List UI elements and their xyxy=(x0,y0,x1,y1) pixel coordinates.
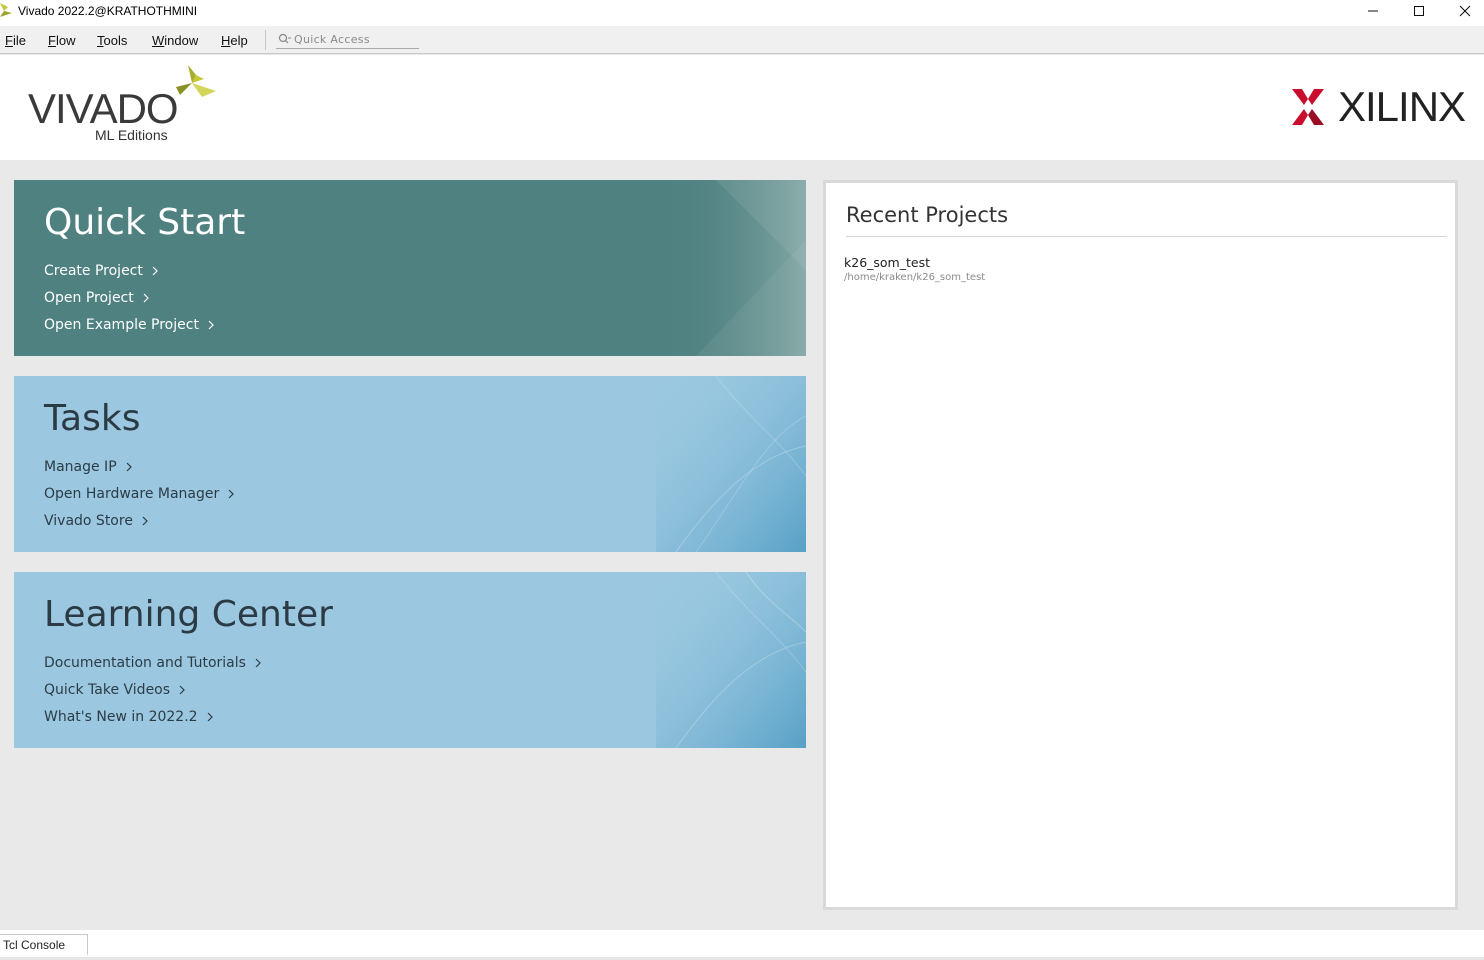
recent-projects-panel: Recent Projects k26_som_test /home/krake… xyxy=(823,180,1458,910)
chevron-right-icon xyxy=(152,266,158,276)
open-project-link[interactable]: Open Project xyxy=(44,290,150,306)
open-example-project-label: Open Example Project xyxy=(44,317,199,333)
open-example-project-link[interactable]: Open Example Project xyxy=(44,317,215,333)
recent-project-item[interactable]: k26_som_test /home/kraken/k26_som_test xyxy=(844,255,985,283)
xilinx-wordmark: XILINX xyxy=(1338,83,1466,130)
menu-flow[interactable]: Flow xyxy=(48,33,75,48)
vivado-logo: VIVADO ML Editions xyxy=(28,63,228,153)
menu-file[interactable]: File xyxy=(5,33,26,48)
chevron-right-icon xyxy=(126,462,132,472)
tab-tcl-console[interactable]: Tcl Console xyxy=(0,934,88,956)
learning-center-title: Learning Center xyxy=(44,594,333,635)
open-project-label: Open Project xyxy=(44,290,134,306)
header-banner: VIVADO ML Editions XILINX xyxy=(0,55,1484,160)
vivado-store-link[interactable]: Vivado Store xyxy=(44,513,149,529)
chevron-right-icon xyxy=(208,320,214,330)
manage-ip-label: Manage IP xyxy=(44,459,117,475)
quick-take-videos-link[interactable]: Quick Take Videos xyxy=(44,682,186,698)
create-project-label: Create Project xyxy=(44,263,143,279)
create-project-link[interactable]: Create Project xyxy=(44,263,159,279)
menu-window[interactable]: Window xyxy=(152,33,198,48)
vivado-subtitle: ML Editions xyxy=(95,127,168,143)
whats-new-label: What's New in 2022.2 xyxy=(44,709,198,725)
tasks-panel: Tasks Manage IP Open Hardware Manager Vi… xyxy=(14,376,806,552)
tasks-title: Tasks xyxy=(44,398,141,439)
chevron-right-icon xyxy=(143,293,149,303)
menu-separator xyxy=(265,30,266,50)
vivado-store-label: Vivado Store xyxy=(44,513,133,529)
recent-project-name: k26_som_test xyxy=(844,255,930,270)
recent-project-path: /home/kraken/k26_som_test xyxy=(844,272,986,283)
open-hardware-manager-label: Open Hardware Manager xyxy=(44,486,220,502)
recent-projects-title: Recent Projects xyxy=(846,203,1009,227)
panel-decoration xyxy=(656,376,806,552)
quick-take-videos-label: Quick Take Videos xyxy=(44,682,171,698)
chevron-right-icon xyxy=(179,685,185,695)
panel-decoration xyxy=(656,572,806,748)
chevron-right-icon xyxy=(207,712,213,722)
learning-center-panel: Learning Center Documentation and Tutori… xyxy=(14,572,806,748)
documentation-tutorials-label: Documentation and Tutorials xyxy=(44,655,246,671)
window-title: Vivado 2022.2@KRATHOTHMINI xyxy=(18,4,198,18)
whats-new-link[interactable]: What's New in 2022.2 xyxy=(44,709,214,725)
vivado-app-icon xyxy=(0,3,12,17)
menu-tools[interactable]: Tools xyxy=(97,33,127,48)
chevron-right-icon xyxy=(142,516,148,526)
panel-decoration xyxy=(656,180,806,356)
menu-help[interactable]: Help xyxy=(221,33,248,48)
maximize-icon[interactable] xyxy=(1396,0,1442,22)
quick-access-input[interactable]: Quick Access xyxy=(276,30,419,49)
bottom-bar: Tcl Console xyxy=(0,930,1484,960)
close-icon[interactable] xyxy=(1442,0,1484,22)
quick-start-panel: Quick Start Create Project Open Project … xyxy=(14,180,806,356)
chevron-right-icon xyxy=(255,658,261,668)
xilinx-logo: XILINX xyxy=(1290,83,1470,131)
minimize-icon[interactable] xyxy=(1350,0,1396,22)
vivado-mark-icon xyxy=(176,65,216,97)
chevron-right-icon xyxy=(228,489,235,499)
documentation-tutorials-link[interactable]: Documentation and Tutorials xyxy=(44,655,262,671)
divider xyxy=(846,236,1447,237)
quick-access-placeholder: Quick Access xyxy=(294,32,370,46)
vivado-wordmark: VIVADO xyxy=(28,85,179,132)
quick-start-title: Quick Start xyxy=(44,202,246,243)
manage-ip-link[interactable]: Manage IP xyxy=(44,459,133,475)
search-icon xyxy=(276,32,294,46)
menu-bar: File Flow Tools Window Help Quick Access xyxy=(0,26,1484,54)
open-hardware-manager-link[interactable]: Open Hardware Manager xyxy=(44,486,235,502)
title-bar: Vivado 2022.2@KRATHOTHMINI xyxy=(0,0,1484,26)
xilinx-x-icon xyxy=(1292,89,1324,125)
